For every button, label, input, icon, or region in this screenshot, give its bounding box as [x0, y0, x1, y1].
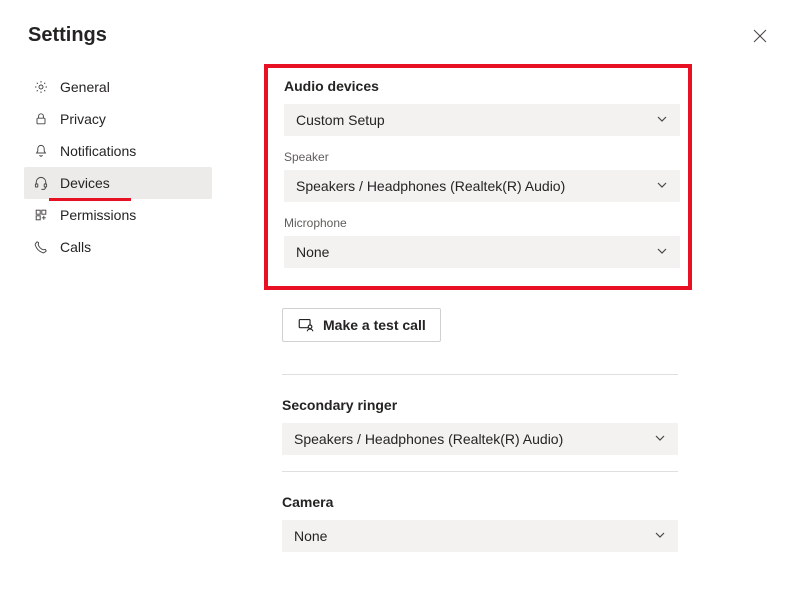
chevron-down-icon — [656, 112, 668, 128]
sidebar-item-general[interactable]: General — [24, 71, 212, 103]
settings-sidebar: General Privacy Notifi — [24, 71, 212, 263]
apps-icon — [32, 206, 50, 224]
chevron-down-icon — [654, 528, 666, 544]
bell-icon — [32, 142, 50, 160]
sidebar-item-label: Calls — [60, 239, 204, 255]
secondary-ringer-title: Secondary ringer — [282, 397, 678, 413]
camera-title: Camera — [282, 494, 678, 510]
button-label: Make a test call — [323, 317, 426, 333]
phone-icon — [32, 238, 50, 256]
chevron-down-icon — [656, 244, 668, 260]
screen-person-icon — [297, 316, 315, 334]
chevron-down-icon — [654, 431, 666, 447]
microphone-dropdown[interactable]: None — [284, 236, 680, 268]
audio-devices-highlight: Audio devices Custom Setup Speaker Speak… — [264, 64, 692, 290]
sidebar-item-calls[interactable]: Calls — [24, 231, 212, 263]
camera-dropdown[interactable]: None — [282, 520, 678, 552]
dropdown-value: None — [294, 528, 327, 544]
lock-icon — [32, 110, 50, 128]
sidebar-item-label: General — [60, 79, 204, 95]
divider — [282, 471, 678, 472]
headset-icon — [32, 174, 50, 192]
audio-devices-title: Audio devices — [284, 78, 672, 94]
dropdown-value: None — [296, 244, 329, 260]
audio-setup-dropdown[interactable]: Custom Setup — [284, 104, 680, 136]
make-test-call-button[interactable]: Make a test call — [282, 308, 441, 342]
dropdown-value: Speakers / Headphones (Realtek(R) Audio) — [296, 178, 565, 194]
sidebar-item-permissions[interactable]: Permissions — [24, 199, 212, 231]
sidebar-item-privacy[interactable]: Privacy — [24, 103, 212, 135]
speaker-label: Speaker — [284, 150, 672, 164]
sidebar-item-devices[interactable]: Devices — [24, 167, 212, 199]
page-title: Settings — [28, 24, 242, 47]
secondary-ringer-dropdown[interactable]: Speakers / Headphones (Realtek(R) Audio) — [282, 423, 678, 455]
microphone-label: Microphone — [284, 216, 672, 230]
gear-icon — [32, 78, 50, 96]
sidebar-item-label: Permissions — [60, 207, 204, 223]
divider — [282, 374, 678, 375]
speaker-dropdown[interactable]: Speakers / Headphones (Realtek(R) Audio) — [284, 170, 680, 202]
chevron-down-icon — [656, 178, 668, 194]
close-button[interactable] — [752, 28, 768, 44]
sidebar-item-label: Privacy — [60, 111, 204, 127]
sidebar-item-label: Notifications — [60, 143, 204, 159]
sidebar-item-label: Devices — [60, 175, 204, 191]
dropdown-value: Speakers / Headphones (Realtek(R) Audio) — [294, 431, 563, 447]
sidebar-item-notifications[interactable]: Notifications — [24, 135, 212, 167]
dropdown-value: Custom Setup — [296, 112, 385, 128]
